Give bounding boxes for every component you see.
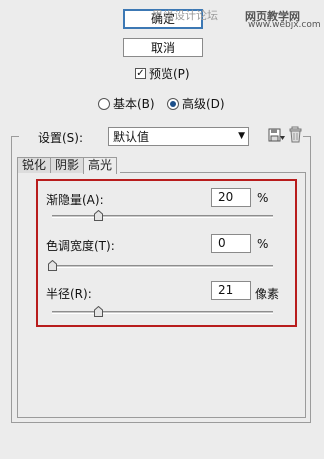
radius-label: 半径(R):	[46, 287, 92, 301]
cancel-button[interactable]: 取消	[123, 38, 203, 57]
tonal-width-slider-thumb[interactable]	[48, 260, 57, 271]
tab-bar: 锐化 阴影 高光	[17, 157, 118, 174]
tonal-width-label: 色调宽度(T):	[46, 239, 115, 253]
tonal-width-slider-track[interactable]	[52, 265, 273, 268]
settings-select-value: 默认值	[113, 130, 150, 144]
fade-amount-slider-track[interactable]	[52, 215, 273, 218]
settings-select[interactable]: 默认值 ▼	[108, 127, 249, 146]
chevron-down-icon: ▼	[238, 131, 245, 141]
fade-amount-label: 渐隐量(A):	[46, 193, 104, 207]
radius-input[interactable]: 21	[211, 281, 251, 300]
radius-slider-thumb[interactable]	[94, 306, 103, 317]
preview-checkbox-row[interactable]: ✓ 预览(P)	[135, 65, 190, 82]
mode-basic-option[interactable]: 基本(B)	[98, 95, 155, 112]
fade-amount-unit: %	[257, 191, 269, 205]
basic-radio[interactable]	[98, 97, 110, 110]
radius-slider-track[interactable]	[52, 311, 273, 314]
cancel-button-label: 取消	[150, 40, 175, 55]
advanced-radio[interactable]	[167, 97, 179, 110]
mode-advanced-option[interactable]: 高级(D)	[167, 95, 225, 112]
tab-highlight[interactable]: 高光	[83, 157, 118, 174]
preview-checkbox[interactable]: ✓	[135, 68, 146, 79]
basic-label: 基本(B)	[113, 97, 155, 111]
settings-label: 设置(S):	[38, 131, 84, 145]
radius-unit: 像素	[255, 287, 280, 301]
tonal-width-input[interactable]: 0	[211, 234, 251, 253]
tab-sharpen[interactable]: 锐化	[17, 157, 51, 173]
preview-label: 预览(P)	[149, 67, 190, 81]
advanced-label: 高级(D)	[182, 97, 225, 111]
fade-amount-input[interactable]: 20	[211, 188, 251, 207]
save-settings-icon[interactable]	[268, 127, 286, 145]
trash-icon[interactable]	[289, 126, 303, 144]
watermark-text: 思缘设计论坛	[152, 9, 218, 22]
fade-amount-slider-thumb[interactable]	[94, 210, 103, 221]
tonal-width-unit: %	[257, 237, 269, 251]
tab-shadow[interactable]: 阴影	[50, 157, 84, 173]
watermark-url: www.webjx.com	[248, 20, 321, 30]
